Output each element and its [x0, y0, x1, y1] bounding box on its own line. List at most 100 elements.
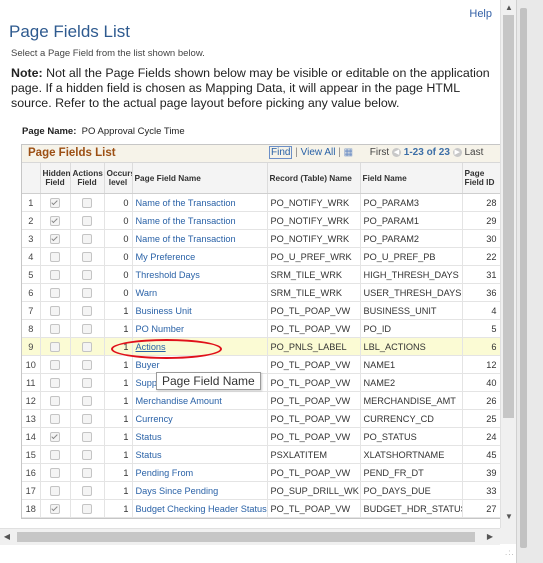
unchecked-checkbox-icon — [50, 269, 60, 280]
page-field-name-link[interactable]: Days Since Pending — [132, 481, 268, 500]
page-field-id: 28 — [462, 193, 500, 212]
table-row: 5 0 Threshold Days SRM_TILE_WRK HIGH_THRESH_… — [22, 265, 500, 284]
page-title: Page Fields List — [9, 22, 130, 41]
table-row: 16 1 Pending From PO_TL_POAP_VW PEND_FR_DT 39 — [22, 463, 500, 482]
row-range: 1-23 of 23 — [403, 147, 450, 158]
record-name: PO_TL_POAP_VW — [267, 427, 361, 446]
page-field-name-link[interactable]: Threshold Days — [132, 265, 268, 284]
help-link[interactable]: Help — [469, 8, 492, 20]
actions-field-checkbox — [70, 409, 105, 428]
download-icon[interactable]: ▦ — [344, 147, 353, 158]
unchecked-checkbox-icon — [82, 323, 92, 334]
page-field-name-link[interactable]: PO Number — [132, 319, 268, 338]
record-name: SRM_TILE_WRK — [267, 265, 361, 284]
page-field-id: 6 — [462, 337, 500, 356]
row-number: 6 — [22, 283, 41, 302]
page-field-name-link[interactable]: Actions — [132, 337, 268, 356]
col-header-record-name[interactable]: Record (Table) Name — [267, 163, 361, 194]
page-field-name-link[interactable]: Name of the Transaction — [132, 229, 268, 248]
field-name: PEND_FR_DT — [360, 463, 463, 482]
table-row: 1 0 Name of the Transaction PO_NOTIFY_WRK PO… — [22, 193, 500, 212]
actions-field-checkbox — [70, 229, 105, 248]
fields-table: Hidden Field Actions Field Occurs level … — [22, 163, 500, 518]
record-name: PO_TL_POAP_VW — [267, 355, 361, 374]
page-field-name-link[interactable]: Pending From — [132, 463, 268, 482]
page-field-name-link[interactable]: Name of the Transaction — [132, 193, 268, 212]
row-number: 3 — [22, 229, 41, 248]
find-link[interactable]: Find — [269, 146, 293, 159]
page-field-id: 12 — [462, 355, 500, 374]
page-field-name-link[interactable]: Business Unit — [132, 301, 268, 320]
page-field-name-link[interactable]: Warn — [132, 283, 268, 302]
page-field-name-link[interactable]: Buyer — [132, 355, 268, 374]
page-field-name-link[interactable]: Status — [132, 445, 268, 464]
col-header-hidden-field[interactable]: Hidden Field — [40, 163, 71, 194]
scroll-left-arrow-icon[interactable]: ◀ — [2, 532, 12, 541]
occurs-level: 1 — [104, 373, 133, 392]
col-header-occurs-level[interactable]: Occurs level — [104, 163, 133, 194]
col-header-field-name[interactable]: Field Name — [360, 163, 463, 194]
record-name: PO_NOTIFY_WRK — [267, 211, 361, 230]
outer-scrollbar[interactable] — [516, 0, 543, 563]
previous-icon[interactable]: ◀ — [392, 147, 401, 157]
scroll-down-arrow-icon[interactable]: ▼ — [501, 512, 517, 521]
grid-title: Page Fields List — [28, 147, 116, 159]
page-field-name-link[interactable]: Merchandise Amount — [132, 391, 268, 410]
first-label: First — [369, 147, 390, 158]
col-header-actions-field[interactable]: Actions Field — [70, 163, 105, 194]
page-field-name-link[interactable]: Currency — [132, 409, 268, 428]
resize-grip-icon[interactable]: .:. — [505, 548, 515, 557]
table-row: 3 0 Name of the Transaction PO_NOTIFY_WRK PO… — [22, 229, 500, 248]
actions-field-checkbox — [70, 265, 105, 284]
field-name: NAME1 — [360, 355, 463, 374]
unchecked-checkbox-icon — [50, 341, 60, 352]
next-icon[interactable]: ▶ — [452, 147, 462, 157]
grid-navigation: Find | View All | ▦ First ◀ 1-23 of 23 ▶… — [269, 146, 483, 159]
page-field-id: 24 — [462, 427, 500, 446]
col-header-page-field-id[interactable]: Page Field ID — [462, 163, 500, 194]
field-name: MERCHANDISE_AMT — [360, 391, 463, 410]
actions-field-checkbox — [70, 211, 105, 230]
view-all-link[interactable]: View All — [301, 147, 336, 158]
nav-separator: | — [338, 147, 341, 158]
page-field-name-link[interactable]: My Preference — [132, 247, 268, 266]
hidden-field-checkbox — [40, 319, 71, 338]
page-name: Page Name: PO Approval Cycle Time — [22, 126, 185, 137]
page-field-name-link[interactable]: Name of the Transaction — [132, 211, 268, 230]
page-field-id: 22 — [462, 247, 500, 266]
horizontal-scroll-thumb[interactable] — [17, 532, 475, 542]
actions-field-checkbox — [70, 463, 105, 482]
vertical-scroll-thumb[interactable] — [503, 15, 514, 418]
checked-checkbox-icon — [50, 233, 60, 244]
field-name: PO_PARAM3 — [360, 193, 463, 212]
record-name: PO_TL_POAP_VW — [267, 499, 361, 518]
actions-field-checkbox — [70, 337, 105, 356]
scroll-right-arrow-icon[interactable]: ▶ — [485, 532, 495, 541]
hidden-field-checkbox — [40, 391, 71, 410]
unchecked-checkbox-icon — [82, 287, 92, 298]
unchecked-checkbox-icon — [82, 413, 92, 424]
field-name: USER_THRESH_DAYS — [360, 283, 463, 302]
occurs-level: 1 — [104, 481, 133, 500]
occurs-level: 0 — [104, 247, 133, 266]
page-field-name-link[interactable]: Status — [132, 427, 268, 446]
unchecked-checkbox-icon — [50, 323, 60, 334]
scroll-up-arrow-icon[interactable]: ▲ — [501, 3, 517, 12]
table-row: 14 1 Status PO_TL_POAP_VW PO_STATUS 24 — [22, 427, 500, 446]
page-field-name-link[interactable]: Budget Checking Header Status — [132, 499, 268, 518]
occurs-level: 0 — [104, 229, 133, 248]
row-number: 14 — [22, 427, 41, 446]
outer-scroll-thumb[interactable] — [520, 8, 527, 548]
record-name: PO_U_PREF_WRK — [267, 247, 361, 266]
table-row: 15 1 Status PSXLATITEM XLATSHORTNAME 45 — [22, 445, 500, 464]
hidden-field-checkbox — [40, 283, 71, 302]
col-header-page-field-name[interactable]: Page Field Name — [132, 163, 268, 194]
unchecked-checkbox-icon — [82, 377, 92, 388]
horizontal-scrollbar[interactable]: ◀ ▶ — [0, 528, 500, 545]
unchecked-checkbox-icon — [82, 359, 92, 370]
row-number: 1 — [22, 193, 41, 212]
vertical-scrollbar[interactable]: ▲ ▼ — [500, 0, 517, 528]
page-field-id: 33 — [462, 481, 500, 500]
hidden-field-checkbox — [40, 499, 71, 518]
row-number: 2 — [22, 211, 41, 230]
